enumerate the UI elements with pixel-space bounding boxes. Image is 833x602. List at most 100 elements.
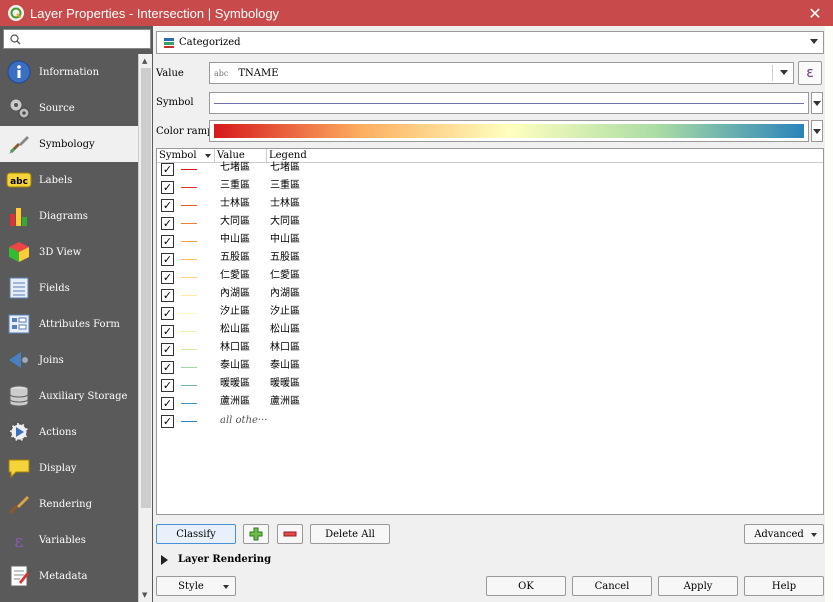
table-row[interactable]: ✓ 松山區 松山區 bbox=[157, 320, 823, 338]
category-checkbox[interactable]: ✓ bbox=[161, 307, 174, 320]
category-legend[interactable]: 暖暖區 bbox=[270, 374, 300, 389]
category-value[interactable]: 五股區 bbox=[220, 248, 250, 263]
category-checkbox[interactable]: ✓ bbox=[161, 397, 174, 410]
sidebar-item-auxiliary-storage[interactable]: Auxiliary Storage bbox=[0, 378, 138, 414]
table-row[interactable]: ✓ 三重區 三重區 bbox=[157, 176, 823, 194]
expression-button[interactable]: ε bbox=[798, 61, 822, 85]
table-row[interactable]: ✓ 士林區 士林區 bbox=[157, 194, 823, 212]
category-legend[interactable]: 大同區 bbox=[270, 212, 300, 227]
category-value[interactable]: 仁愛區 bbox=[220, 266, 250, 281]
category-legend[interactable]: 林口區 bbox=[270, 338, 300, 353]
table-row[interactable]: ✓ 仁愛區 仁愛區 bbox=[157, 266, 823, 284]
color-ramp-button[interactable] bbox=[209, 120, 809, 142]
category-symbol-line[interactable] bbox=[181, 205, 197, 206]
table-row[interactable]: ✓ 泰山區 泰山區 bbox=[157, 356, 823, 374]
table-row[interactable]: ✓ 汐止區 汐止區 bbox=[157, 302, 823, 320]
table-row[interactable]: ✓ 五股區 五股區 bbox=[157, 248, 823, 266]
scroll-down-arrow-icon[interactable]: ▼ bbox=[142, 591, 147, 599]
category-symbol-line[interactable] bbox=[181, 367, 197, 368]
category-symbol-line[interactable] bbox=[181, 187, 197, 188]
sidebar-item-labels[interactable]: abc Labels bbox=[0, 162, 138, 198]
table-row[interactable]: ✓ 林口區 林口區 bbox=[157, 338, 823, 356]
sidebar-item-diagrams[interactable]: Diagrams bbox=[0, 198, 138, 234]
category-symbol-line[interactable] bbox=[181, 421, 197, 422]
layer-rendering-section[interactable]: Layer Rendering bbox=[161, 554, 271, 565]
scroll-up-arrow-icon[interactable]: ▲ bbox=[142, 57, 147, 65]
sidebar-scrollbar[interactable]: ▲ ▼ bbox=[138, 54, 152, 602]
table-row[interactable]: ✓ 大同區 大同區 bbox=[157, 212, 823, 230]
table-row[interactable]: ✓ 蘆洲區 蘆洲區 bbox=[157, 392, 823, 410]
category-symbol-line[interactable] bbox=[181, 331, 197, 332]
delete-all-button[interactable]: Delete All bbox=[310, 524, 390, 544]
category-legend[interactable]: 蘆洲區 bbox=[270, 392, 300, 407]
add-category-button[interactable] bbox=[243, 524, 269, 544]
category-checkbox[interactable]: ✓ bbox=[161, 253, 174, 266]
category-legend[interactable]: 汐止區 bbox=[270, 302, 300, 317]
category-value[interactable]: all othe··· bbox=[220, 415, 267, 426]
category-legend[interactable]: 松山區 bbox=[270, 320, 300, 335]
sidebar-item-fields[interactable]: Fields bbox=[0, 270, 138, 306]
category-symbol-line[interactable] bbox=[181, 295, 197, 296]
sidebar-item-symbology[interactable]: Symbology bbox=[0, 126, 138, 162]
category-symbol-line[interactable] bbox=[181, 385, 197, 386]
cancel-button[interactable]: Cancel bbox=[572, 576, 652, 596]
category-legend[interactable]: 中山區 bbox=[270, 230, 300, 245]
category-checkbox[interactable]: ✓ bbox=[161, 217, 174, 230]
category-symbol-line[interactable] bbox=[181, 403, 197, 404]
ok-button[interactable]: OK bbox=[486, 576, 566, 596]
category-checkbox[interactable]: ✓ bbox=[161, 163, 174, 176]
category-value[interactable]: 汐止區 bbox=[220, 302, 250, 317]
category-legend[interactable]: 仁愛區 bbox=[270, 266, 300, 281]
sidebar-item-source[interactable]: Source bbox=[0, 90, 138, 126]
category-checkbox[interactable]: ✓ bbox=[161, 181, 174, 194]
color-ramp-menu-button[interactable] bbox=[811, 120, 823, 142]
advanced-button[interactable]: Advanced bbox=[744, 524, 824, 544]
value-field-combobox[interactable]: abc TNAME bbox=[209, 62, 794, 84]
category-value[interactable]: 林口區 bbox=[220, 338, 250, 353]
symbol-button[interactable] bbox=[209, 92, 809, 114]
category-legend[interactable]: 泰山區 bbox=[270, 356, 300, 371]
category-value[interactable]: 中山區 bbox=[220, 230, 250, 245]
sidebar-search-input[interactable] bbox=[3, 29, 151, 49]
category-value[interactable]: 蘆洲區 bbox=[220, 392, 250, 407]
category-checkbox[interactable]: ✓ bbox=[161, 415, 174, 428]
category-checkbox[interactable]: ✓ bbox=[161, 271, 174, 284]
category-symbol-line[interactable] bbox=[181, 313, 197, 314]
apply-button[interactable]: Apply bbox=[658, 576, 738, 596]
category-value[interactable]: 三重區 bbox=[220, 176, 250, 191]
table-row-all-other[interactable]: ✓ all othe··· bbox=[157, 410, 823, 428]
sidebar-item-display[interactable]: Display bbox=[0, 450, 138, 486]
category-symbol-line[interactable] bbox=[181, 259, 197, 260]
table-row[interactable]: ✓ 暖暖區 暖暖區 bbox=[157, 374, 823, 392]
category-symbol-line[interactable] bbox=[181, 241, 197, 242]
sidebar-item-rendering[interactable]: Rendering bbox=[0, 486, 138, 522]
close-window-button[interactable]: ✕ bbox=[803, 0, 827, 26]
scrollbar-thumb[interactable] bbox=[141, 68, 151, 508]
category-symbol-line[interactable] bbox=[181, 349, 197, 350]
symbol-menu-button[interactable] bbox=[811, 92, 823, 114]
help-button[interactable]: Help bbox=[744, 576, 824, 596]
category-value[interactable]: 泰山區 bbox=[220, 356, 250, 371]
sidebar-item-information[interactable]: Information bbox=[0, 54, 138, 90]
category-checkbox[interactable]: ✓ bbox=[161, 361, 174, 374]
category-symbol-line[interactable] bbox=[181, 169, 197, 170]
sidebar-item-variables[interactable]: ε Variables bbox=[0, 522, 138, 558]
categories-list[interactable]: Symbol Value Legend ✓ 七堵區 七堵區 ✓ 三重區 三重區 ✓ 士林區 士林… bbox=[156, 148, 824, 515]
table-row[interactable]: ✓ 內湖區 內湖區 bbox=[157, 284, 823, 302]
sidebar-item-3d-view[interactable]: 3D View bbox=[0, 234, 138, 270]
sidebar-item-metadata[interactable]: Metadata bbox=[0, 558, 138, 594]
category-checkbox[interactable]: ✓ bbox=[161, 325, 174, 338]
style-button[interactable]: Style bbox=[156, 576, 236, 596]
category-checkbox[interactable]: ✓ bbox=[161, 199, 174, 212]
category-value[interactable]: 大同區 bbox=[220, 212, 250, 227]
category-value[interactable]: 暖暖區 bbox=[220, 374, 250, 389]
category-value[interactable]: 七堵區 bbox=[220, 158, 250, 173]
category-checkbox[interactable]: ✓ bbox=[161, 289, 174, 302]
category-symbol-line[interactable] bbox=[181, 223, 197, 224]
category-checkbox[interactable]: ✓ bbox=[161, 343, 174, 356]
sidebar-item-actions[interactable]: Actions bbox=[0, 414, 138, 450]
classify-button[interactable]: Classify bbox=[156, 524, 236, 544]
category-legend[interactable]: 士林區 bbox=[270, 194, 300, 209]
category-value[interactable]: 士林區 bbox=[220, 194, 250, 209]
table-row[interactable]: ✓ 中山區 中山區 bbox=[157, 230, 823, 248]
